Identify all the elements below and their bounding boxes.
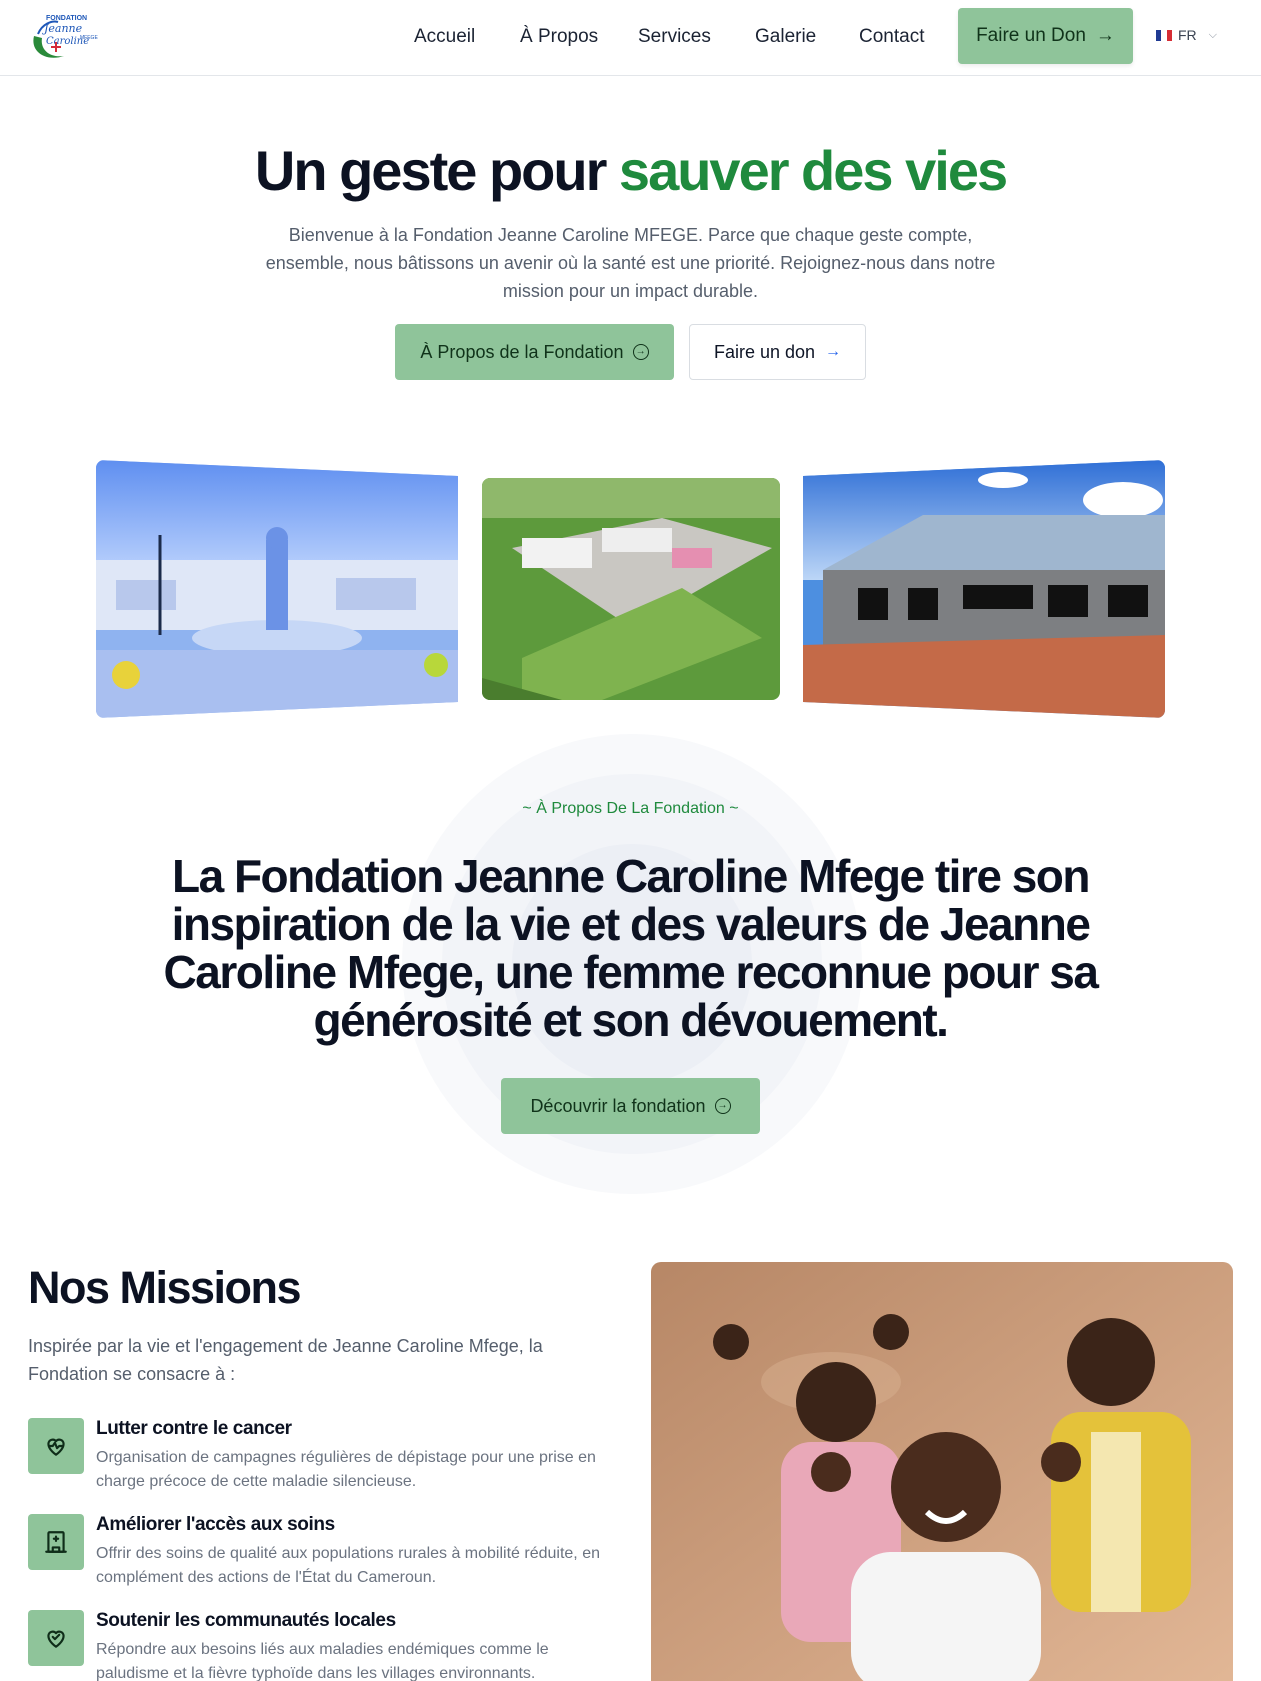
header-donate-label: Faire un Don (976, 25, 1086, 46)
arrow-right-icon: → (1095, 25, 1115, 46)
arrow-right-icon: → (825, 343, 842, 360)
mission-description: Offrir des soins de qualité aux populati… (96, 1545, 600, 1586)
header-donate-button[interactable]: Faire un Don → (958, 8, 1133, 64)
circle-arrow-icon: → (714, 1098, 731, 1114)
gallery-image-statue[interactable] (96, 460, 458, 718)
about-foundation-button[interactable]: À Propos de la Fondation → (395, 324, 674, 380)
nav-home[interactable]: Accueil (414, 26, 475, 48)
site-header: FONDATION Jeanne Caroline MFEGE Accueil … (0, 0, 1261, 76)
gallery-image-construction[interactable] (803, 460, 1165, 718)
gallery-image-aerial[interactable] (482, 478, 780, 700)
discover-foundation-button[interactable]: Découvrir la fondation → (501, 1078, 760, 1134)
mission-item: Lutter contre le cancer Organisation de … (28, 1418, 608, 1498)
nav-services[interactable]: Services (638, 26, 711, 48)
mission-title: Lutter contre le cancer (96, 1418, 292, 1439)
missions-title: Nos Missions (28, 1262, 302, 1313)
hero-title-main: Un geste pour (254, 139, 619, 202)
france-flag-icon (1156, 29, 1172, 41)
mission-description: Organisation de campagnes régulières de … (96, 1449, 596, 1490)
about-section-title: La Fondation Jeanne Caroline Mfege tire … (163, 850, 1099, 1046)
make-donation-button[interactable]: Faire un don → (689, 324, 866, 380)
mission-description: Répondre aux besoins liés aux maladies e… (96, 1641, 549, 1681)
hero-subtitle: Bienvenue à la Fondation Jeanne Caroline… (265, 225, 996, 301)
hero-title: Un geste pour sauver des vies (0, 138, 1261, 203)
mission-item: Soutenir les communautés locales Répondr… (28, 1610, 608, 1681)
nav-contact[interactable]: Contact (859, 26, 924, 48)
nav-gallery[interactable]: Galerie (755, 26, 816, 48)
chevron-down-icon: ⌵ (1208, 28, 1218, 41)
missions-photo-children (651, 1262, 1233, 1681)
about-foundation-label: À Propos de la Fondation (420, 341, 624, 362)
language-selector[interactable]: FR ⌵ (1156, 27, 1217, 43)
circle-arrow-icon: → (632, 344, 649, 360)
nav-about[interactable]: À Propos (520, 26, 598, 48)
about-section-tag: ~ À Propos De La Fondation ~ (522, 800, 739, 817)
language-label: FR (1178, 27, 1197, 43)
hospital-icon (28, 1514, 84, 1570)
make-donation-label: Faire un don (713, 341, 816, 362)
mission-title: Soutenir les communautés locales (96, 1610, 396, 1631)
missions-intro: Inspirée par la vie et l'engagement de J… (28, 1336, 543, 1384)
hero-title-accent: sauver des vies (618, 139, 1008, 202)
heart-handshake-icon (28, 1610, 84, 1666)
heart-pulse-icon (28, 1418, 84, 1474)
mission-title: Améliorer l'accès aux soins (96, 1514, 335, 1535)
discover-foundation-label: Découvrir la fondation (530, 1095, 706, 1116)
mission-item: Améliorer l'accès aux soins Offrir des s… (28, 1514, 608, 1594)
